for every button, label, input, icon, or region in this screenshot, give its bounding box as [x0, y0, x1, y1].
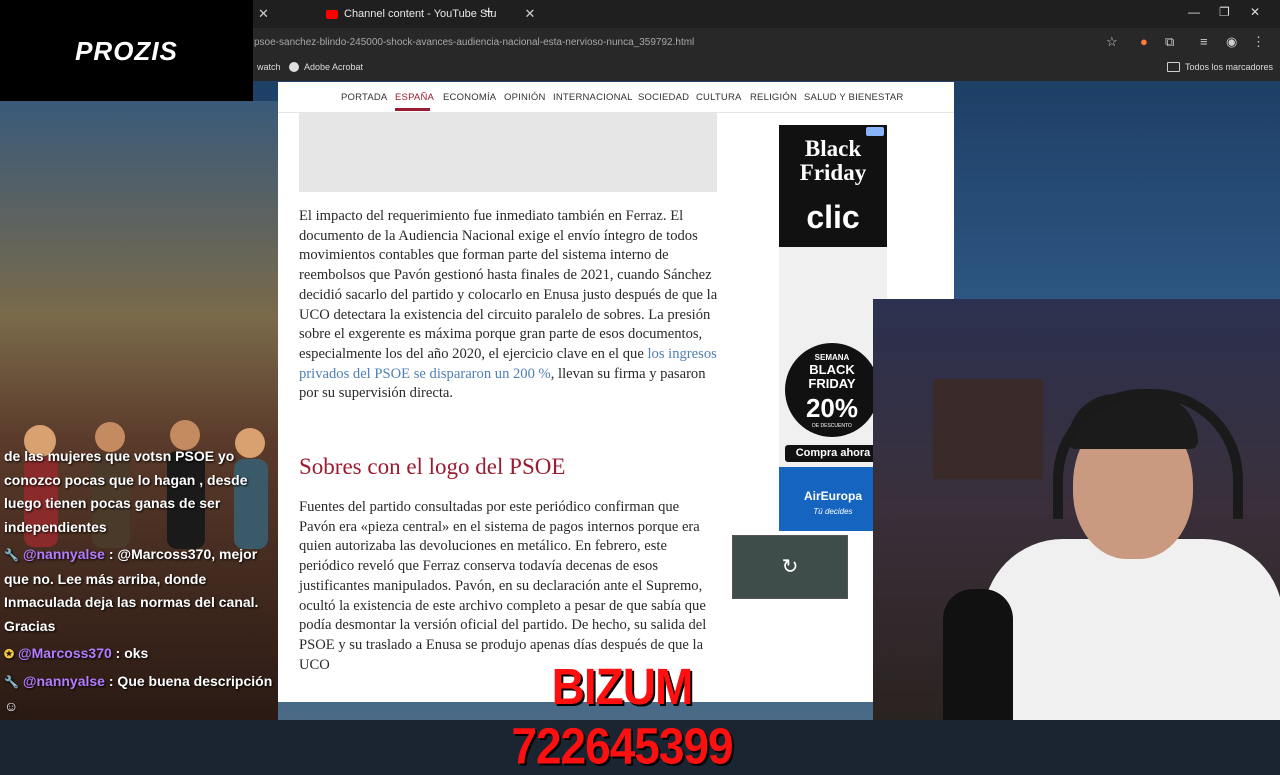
- ad-discount-badge: SEMANA BLACK FRIDAY 20% DE DESCUENTO: [785, 343, 879, 437]
- nav-economia[interactable]: ECONOMÍA: [443, 92, 496, 103]
- ad-title: Black Friday: [799, 136, 867, 185]
- chat-message: 🔧 @nannyalse : @Marcoss370, mejor que no…: [4, 546, 259, 634]
- bizum-overlay: BIZUM 722645399: [511, 657, 733, 775]
- tab-label: Channel content - YouTube Stu: [344, 8, 497, 20]
- streamer-shirt: [983, 539, 1280, 720]
- tab-youtube-studio[interactable]: Channel content - YouTube Stu ✕: [326, 4, 535, 24]
- article-paragraph: El impacto del requerimiento fue inmedia…: [299, 208, 718, 402]
- nav-portada[interactable]: PORTADA: [341, 92, 387, 103]
- webcam-feed: [873, 299, 1280, 720]
- chat-message: ✪ @Marcoss370 : oks: [4, 645, 149, 661]
- ad-airline-banner: AirEuropa Tú decides: [779, 467, 887, 531]
- bookmark-adobe-acrobat[interactable]: Adobe Acrobat: [289, 62, 363, 72]
- nav-religion[interactable]: RELIGIÓN: [750, 92, 797, 103]
- microphone-icon: [943, 589, 1013, 720]
- gold-badge-icon: ✪: [4, 647, 15, 661]
- ad-brand: clic: [806, 199, 860, 235]
- nav-cultura[interactable]: CULTURA: [696, 92, 742, 103]
- avatar[interactable]: ◉: [1226, 34, 1237, 50]
- ad-cta-button[interactable]: Compra ahora: [785, 445, 881, 462]
- star-icon[interactable]: ☆: [1106, 34, 1118, 50]
- youtube-icon: [326, 9, 338, 19]
- wrench-icon: 🔧: [4, 548, 19, 562]
- sponsor-logo: PROZIS: [75, 36, 178, 66]
- close-tab-icon[interactable]: ✕: [258, 6, 269, 22]
- ad-info-icon[interactable]: [866, 127, 884, 136]
- bookshelf: [933, 379, 1043, 479]
- bookmark-watch[interactable]: watch: [257, 62, 281, 72]
- tab-previous[interactable]: ✕: [258, 4, 269, 24]
- article-paragraph: Fuentes del partido consultadas por este…: [299, 499, 707, 673]
- all-bookmarks[interactable]: Todos los marcadores: [1167, 62, 1273, 72]
- url-field[interactable]: psoe-sanchez-blindo-245000-shock-avances…: [254, 37, 694, 48]
- black-friday-ad[interactable]: Black Friday clic SEMANA BLACK FRIDAY 20…: [779, 125, 887, 531]
- section-heading: Sobres con el logo del PSOE: [299, 454, 566, 479]
- folder-icon: [1167, 62, 1180, 72]
- nav-internacional[interactable]: INTERNACIONAL: [553, 92, 633, 103]
- nav-salud[interactable]: SALUD Y BIENESTAR: [804, 92, 904, 103]
- nav-espana[interactable]: ESPAÑA: [395, 92, 434, 103]
- wrench-icon: 🔧: [4, 675, 19, 689]
- replay-icon[interactable]: ↻: [733, 554, 847, 579]
- smile-emoji-icon: ☺: [4, 697, 19, 714]
- extension-icon[interactable]: ●: [1140, 34, 1148, 49]
- mini-video-player[interactable]: ↻: [732, 535, 848, 599]
- close-tab-icon[interactable]: ✕: [525, 6, 536, 22]
- chat-message: 🔧 @nannyalse : Que buena descripción ☺: [4, 673, 273, 714]
- chat-message: de las mujeres que votsn PSOE yo conozco…: [4, 448, 248, 535]
- media-icon[interactable]: ≡: [1200, 34, 1208, 49]
- close-window-icon[interactable]: ✕: [1250, 5, 1260, 19]
- extensions-puzzle-icon[interactable]: ⧉: [1165, 34, 1174, 50]
- minimize-icon[interactable]: —: [1188, 5, 1200, 19]
- new-tab-button[interactable]: +: [484, 4, 493, 22]
- nav-opinion[interactable]: OPINIÓN: [504, 92, 546, 103]
- active-nav-indicator: [395, 108, 430, 111]
- ad-placeholder: [299, 113, 717, 192]
- acrobat-icon: [289, 62, 299, 72]
- menu-icon[interactable]: ⋮: [1252, 34, 1265, 50]
- nav-sociedad[interactable]: SOCIEDAD: [638, 92, 689, 103]
- restore-icon[interactable]: ❐: [1219, 5, 1230, 19]
